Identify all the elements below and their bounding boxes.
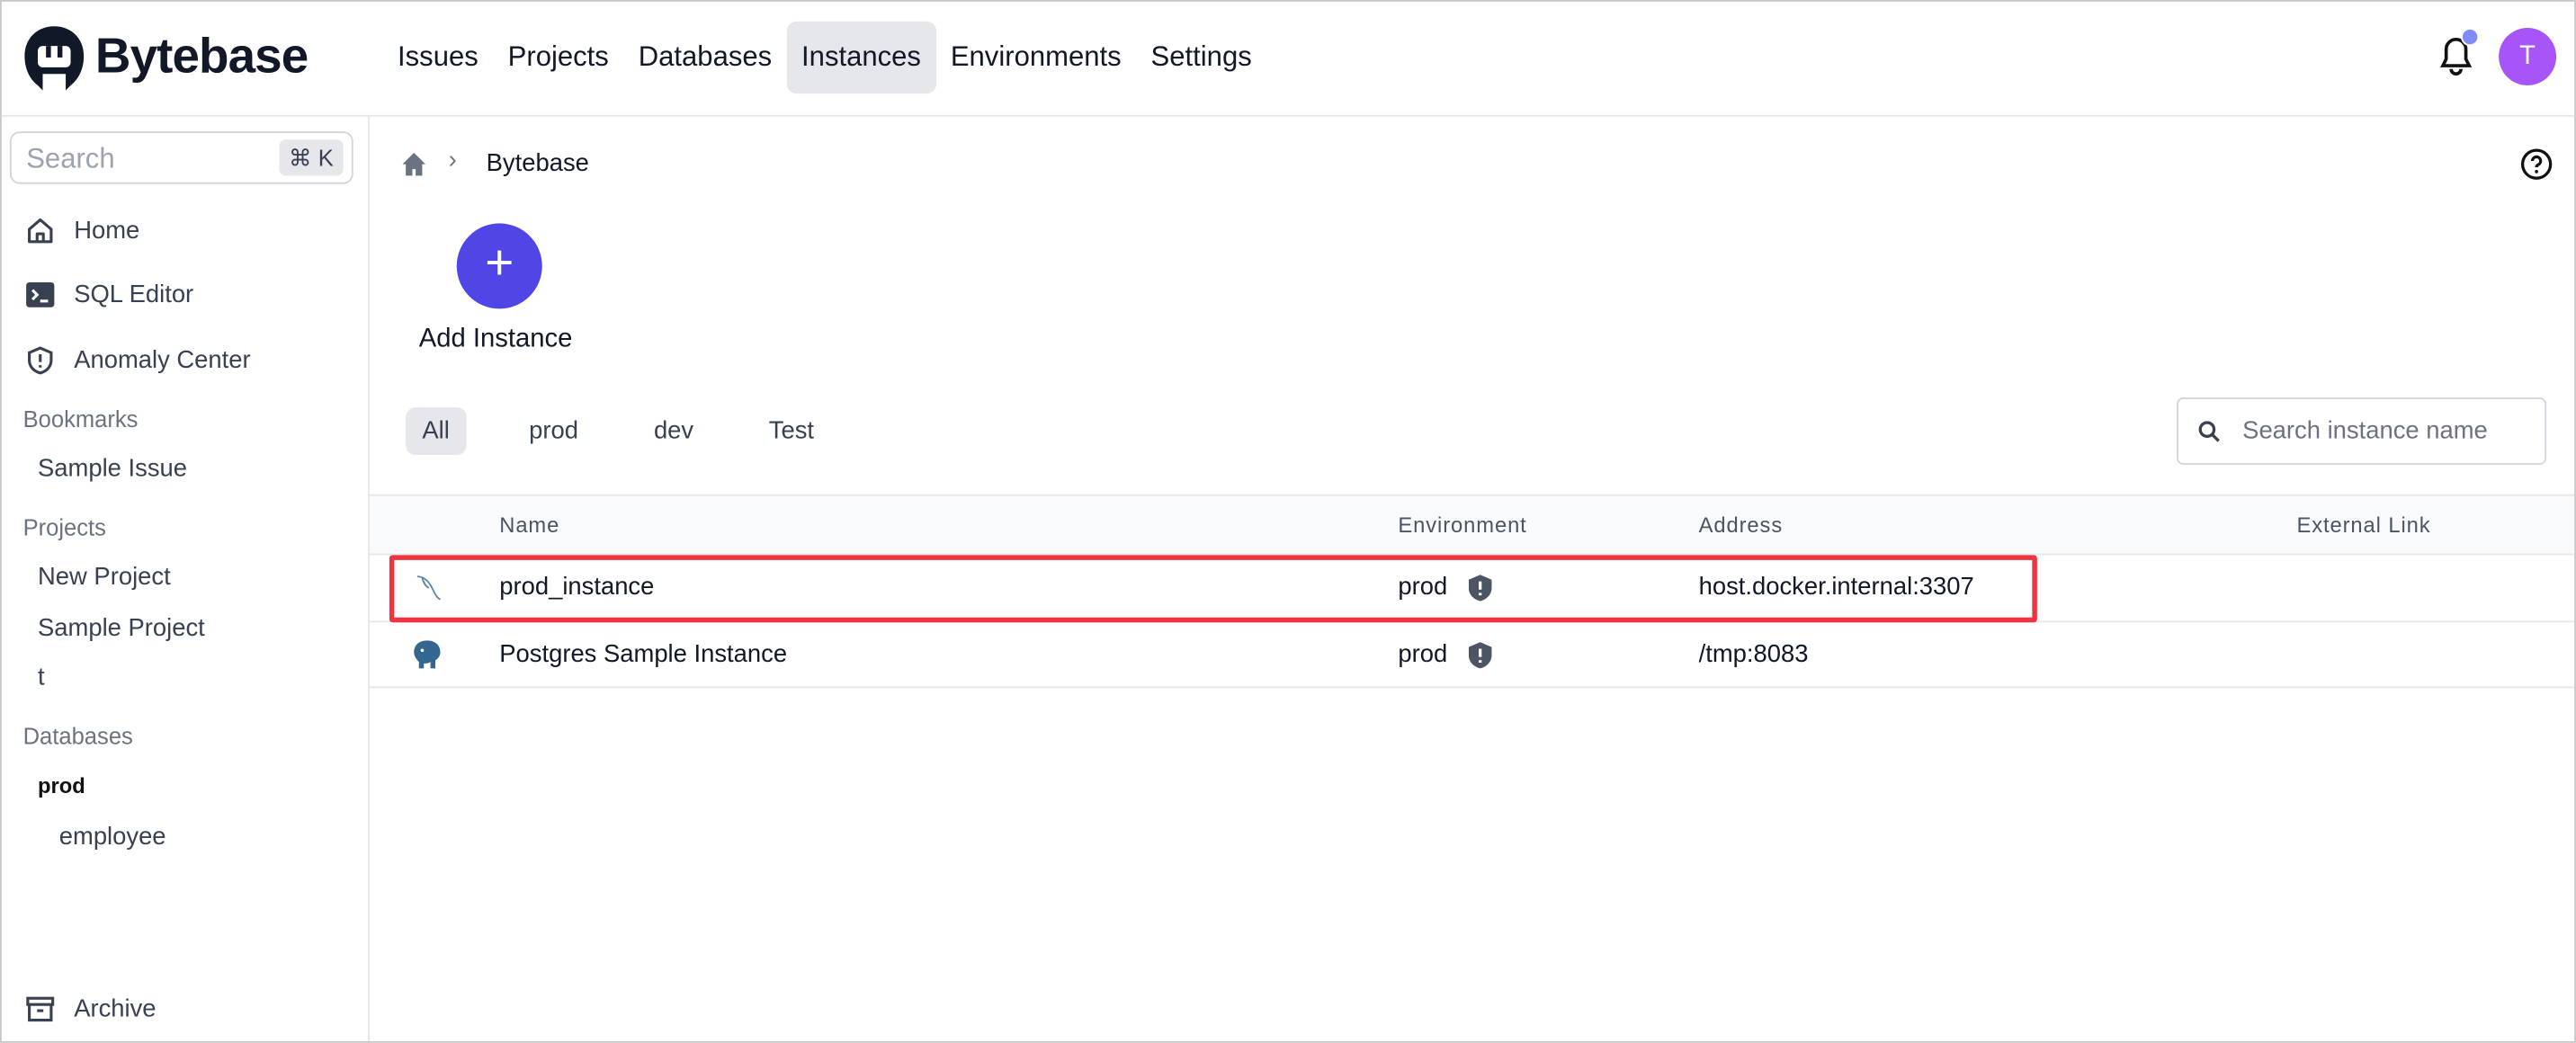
project-item[interactable]: t: [38, 664, 45, 691]
sidebar-item-sql-editor[interactable]: SQL Editor: [24, 280, 193, 311]
nav-projects[interactable]: Projects: [493, 22, 623, 94]
column-environment[interactable]: Environment: [1398, 513, 1526, 537]
logo[interactable]: Bytebase: [23, 24, 309, 91]
nav-environments[interactable]: Environments: [935, 22, 1136, 94]
sidebar-item-archive[interactable]: Archive: [24, 994, 157, 1025]
breadcrumb-home-icon[interactable]: [401, 151, 427, 177]
mysql-icon: [416, 575, 441, 601]
project-item[interactable]: Sample Project: [38, 614, 205, 642]
notifications-button[interactable]: [2437, 28, 2480, 85]
column-address[interactable]: Address: [1699, 513, 1784, 537]
bookmark-item[interactable]: Sample Issue: [38, 455, 187, 483]
sidebar: Search ⌘ K Home SQL Editor Anomaly Cente…: [2, 116, 370, 1042]
project-item[interactable]: New Project: [38, 563, 171, 591]
chevron-right-icon: ›: [448, 146, 457, 174]
instance-address: host.docker.internal:3307: [1698, 573, 1974, 602]
help-icon[interactable]: [2520, 147, 2554, 181]
bytebase-logo-icon: [24, 26, 85, 91]
postgres-icon: [414, 640, 441, 669]
sidebar-item-label: Home: [74, 217, 140, 245]
nav-databases[interactable]: Databases: [623, 22, 786, 94]
notification-dot: [2461, 28, 2480, 47]
tab-dev[interactable]: dev: [638, 407, 711, 455]
main-content: › Bytebase + Add Instance All prod dev T…: [369, 117, 2575, 1041]
brand-name: Bytebase: [94, 29, 309, 85]
protected-shield-icon: [1468, 575, 1492, 602]
sidebar-item-label: Anomaly Center: [74, 346, 251, 375]
column-name[interactable]: Name: [499, 513, 559, 537]
instance-address: /tmp:8083: [1698, 640, 1809, 669]
top-header: Bytebase Issues Projects Databases Insta…: [1, 2, 2575, 117]
instance-search-input[interactable]: Search instance name: [2177, 397, 2547, 465]
search-placeholder: Search: [26, 142, 115, 174]
nav-settings[interactable]: Settings: [1136, 22, 1266, 94]
breadcrumb-current: Bytebase: [486, 149, 589, 178]
shield-alert-icon: [28, 346, 53, 375]
projects-heading: Projects: [22, 513, 106, 540]
instance-name[interactable]: Postgres Sample Instance: [499, 640, 787, 668]
instance-environment: prod: [1398, 573, 1448, 602]
column-external-link[interactable]: External Link: [2296, 513, 2430, 537]
plus-icon: +: [485, 236, 514, 291]
instance-name[interactable]: prod_instance: [499, 573, 654, 601]
archive-icon: [26, 996, 55, 1022]
nav-instances[interactable]: Instances: [786, 21, 936, 94]
sidebar-search-input[interactable]: Search ⌘ K: [9, 131, 353, 184]
bookmarks-heading: Bookmarks: [22, 406, 139, 432]
database-item[interactable]: employee: [59, 823, 166, 851]
tab-prod[interactable]: prod: [513, 407, 595, 455]
nav-issues[interactable]: Issues: [383, 22, 494, 94]
shortcut-badge: ⌘ K: [279, 139, 344, 176]
search-placeholder: Search instance name: [2242, 416, 2488, 445]
avatar[interactable]: T: [2499, 28, 2557, 85]
database-env-group[interactable]: prod: [38, 773, 85, 798]
add-instance-label[interactable]: Add Instance: [419, 325, 573, 355]
add-instance-button[interactable]: +: [456, 223, 542, 309]
sidebar-item-anomaly-center[interactable]: Anomaly Center: [24, 345, 251, 377]
terminal-icon: [26, 281, 55, 308]
tab-test[interactable]: Test: [753, 407, 831, 455]
home-icon: [28, 218, 53, 244]
main-nav: Issues Projects Databases Instances Envi…: [383, 21, 1267, 94]
sidebar-item-label: SQL Editor: [74, 281, 194, 309]
search-icon: [2198, 421, 2220, 442]
protected-shield-icon: [1468, 642, 1492, 669]
sidebar-item-label: Archive: [74, 994, 157, 1023]
tab-all[interactable]: All: [406, 406, 467, 455]
databases-heading: Databases: [22, 722, 133, 749]
instance-environment: prod: [1398, 640, 1448, 669]
sidebar-item-home[interactable]: Home: [24, 215, 139, 246]
